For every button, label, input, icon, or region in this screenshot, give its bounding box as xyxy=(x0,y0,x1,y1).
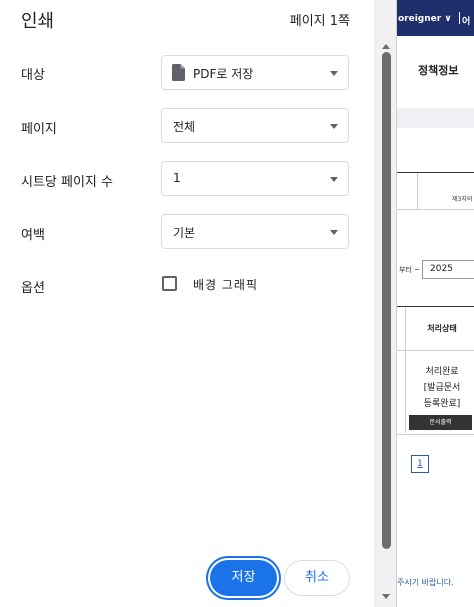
print-preview: oreigner ∨ 어 정책정보 제3자의 부터 ~ 2025 처리상태 처리… xyxy=(396,0,474,607)
pages-label: 페이지 xyxy=(21,122,57,137)
status-cell: 처리완료 [발급문서 등록완료] xyxy=(409,364,474,412)
preview-site-header: oreigner ∨ 어 xyxy=(397,0,474,36)
chevron-down-icon xyxy=(330,71,338,76)
options-label: 옵션 xyxy=(21,281,45,296)
save-button[interactable]: 저장 xyxy=(210,560,277,596)
scrollbar-thumb[interactable] xyxy=(382,52,391,549)
background-graphics-label[interactable]: 배경 그래픽 xyxy=(193,276,258,293)
preview-footer-note: 주시기 바랍니다. xyxy=(397,578,454,587)
table-column-header: 제3자의 xyxy=(452,196,473,203)
status-line: 처리완료 xyxy=(425,367,459,377)
pages-value: 전체 xyxy=(173,120,196,134)
margins-label: 여백 xyxy=(21,228,45,243)
margins-select[interactable]: 기본 xyxy=(161,214,349,249)
preview-info-bar xyxy=(397,108,474,128)
destination-value: PDF로 저장 xyxy=(193,67,254,81)
cancel-button[interactable]: 취소 xyxy=(284,560,350,596)
background-graphics-checkbox[interactable] xyxy=(162,276,177,291)
header-divider xyxy=(459,12,460,24)
print-document-button: 문서출력 xyxy=(409,415,472,430)
results-header-border xyxy=(397,350,474,351)
preview-scrollbar[interactable] xyxy=(374,0,396,607)
status-line: [발급문서 xyxy=(423,383,461,393)
date-input: 2025 xyxy=(422,260,474,279)
date-range-label: 부터 ~ xyxy=(399,266,420,274)
scroll-down-arrow-icon[interactable] xyxy=(382,594,390,599)
preview-page-title: 정책정보 xyxy=(418,64,459,77)
print-settings-panel: 인쇄 페이지 1쪽 대상 PDF로 저장 페이지 전체 시트당 페이지 수 1 … xyxy=(0,0,374,607)
pages-per-sheet-select[interactable]: 1 xyxy=(161,161,349,196)
dialog-title: 인쇄 xyxy=(21,11,55,32)
pages-select[interactable]: 전체 xyxy=(161,108,349,143)
page-count: 페이지 1쪽 xyxy=(289,14,350,29)
pages-per-sheet-label: 시트당 페이지 수 xyxy=(21,175,113,190)
results-bottom-border xyxy=(397,434,474,435)
chevron-down-icon xyxy=(330,177,338,182)
margins-value: 기본 xyxy=(173,226,196,240)
table-row-border xyxy=(397,209,474,210)
chevron-down-icon xyxy=(330,124,338,129)
pagination-page-1: 1 xyxy=(411,455,429,473)
table-divider xyxy=(417,173,418,209)
chevron-down-icon xyxy=(330,230,338,235)
pages-per-sheet-value: 1 xyxy=(173,171,181,185)
scroll-up-arrow-icon[interactable] xyxy=(382,44,390,49)
status-line: 등록완료] xyxy=(423,399,461,409)
status-column-header: 처리상태 xyxy=(427,324,457,333)
preview-language: 어 xyxy=(462,17,471,27)
preview-brand: oreigner ∨ xyxy=(398,14,452,24)
destination-label: 대상 xyxy=(21,68,45,83)
document-icon xyxy=(172,64,185,81)
results-table-divider xyxy=(405,307,406,433)
destination-select[interactable]: PDF로 저장 xyxy=(161,55,349,90)
table-top-border xyxy=(397,172,474,173)
results-table-top-border xyxy=(397,306,474,307)
chevron-down-icon: ∨ xyxy=(444,14,452,24)
